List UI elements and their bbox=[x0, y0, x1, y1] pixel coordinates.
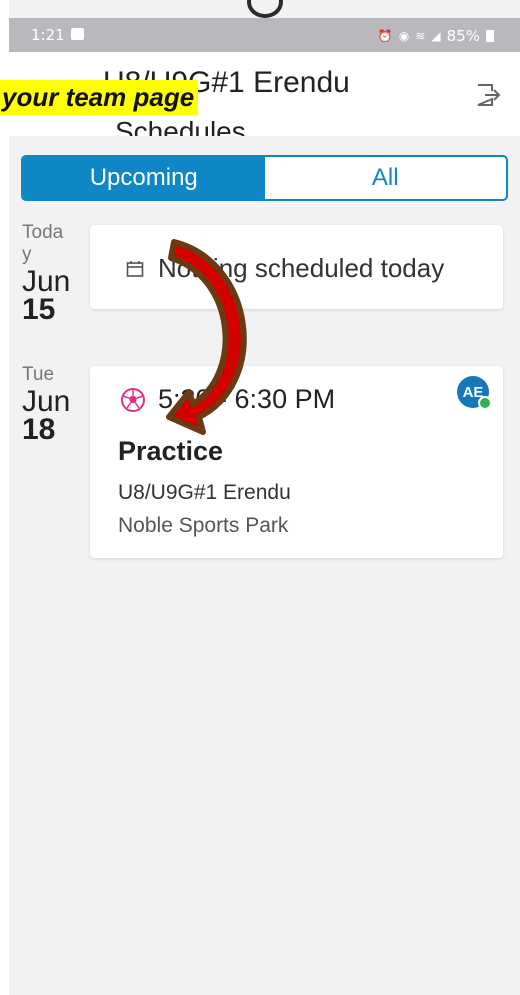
avatar[interactable]: AE bbox=[457, 376, 492, 410]
vibrate-icon: ◉ bbox=[398, 29, 410, 43]
camera-cutout bbox=[247, 0, 283, 18]
status-time: 1:21 bbox=[31, 26, 65, 44]
signal-icon: ◢ bbox=[431, 29, 441, 43]
check-icon bbox=[478, 396, 492, 410]
date-weekday: Toda y bbox=[22, 222, 64, 265]
date-month: Jun bbox=[22, 265, 71, 298]
annotation-callout: your team page bbox=[0, 80, 199, 115]
empty-day-card: Nothing scheduled today bbox=[90, 225, 503, 309]
date-number: 15 bbox=[22, 293, 56, 326]
tab-all[interactable]: All bbox=[265, 157, 507, 199]
date-today: Toda y Jun 15 bbox=[22, 222, 82, 326]
soccer-ball-icon bbox=[121, 387, 145, 412]
alarm-icon: ⏰ bbox=[377, 29, 393, 43]
battery-level: 85% bbox=[446, 27, 480, 45]
wifi-icon: ≋ bbox=[415, 29, 426, 43]
tab-upcoming[interactable]: Upcoming bbox=[23, 157, 265, 199]
event-card[interactable]: 5:30 - 6:30 PM AE Practice U8/U9G#1 Eren… bbox=[90, 366, 503, 558]
event-time: 5:30 - 6:30 PM bbox=[158, 384, 336, 414]
event-team: U8/U9G#1 Erendu bbox=[118, 481, 291, 504]
date-weekday: Tue bbox=[22, 364, 55, 385]
status-icons: ⏰ ◉ ≋ ◢ 85% bbox=[378, 27, 494, 45]
event-location: Noble Sports Park bbox=[118, 514, 289, 537]
date-tue: Tue Jun 18 bbox=[22, 364, 82, 446]
battery-icon bbox=[486, 30, 494, 42]
photo-icon bbox=[71, 28, 84, 40]
phone-screen: 1:21 ⏰ ◉ ≋ ◢ 85% U8/U9G#1 Erendu Schedul… bbox=[9, 0, 520, 995]
status-bar: 1:21 ⏰ ◉ ≋ ◢ 85% bbox=[9, 18, 520, 52]
date-number: 18 bbox=[22, 413, 56, 446]
schedule-filter: Upcoming All bbox=[21, 155, 508, 201]
page-subtitle: Schedules bbox=[115, 116, 246, 136]
empty-message: Nothing scheduled today bbox=[158, 253, 445, 283]
event-title: Practice bbox=[118, 436, 224, 466]
exit-icon[interactable] bbox=[472, 80, 502, 110]
date-month: Jun bbox=[22, 385, 71, 418]
calendar-icon bbox=[126, 260, 144, 277]
